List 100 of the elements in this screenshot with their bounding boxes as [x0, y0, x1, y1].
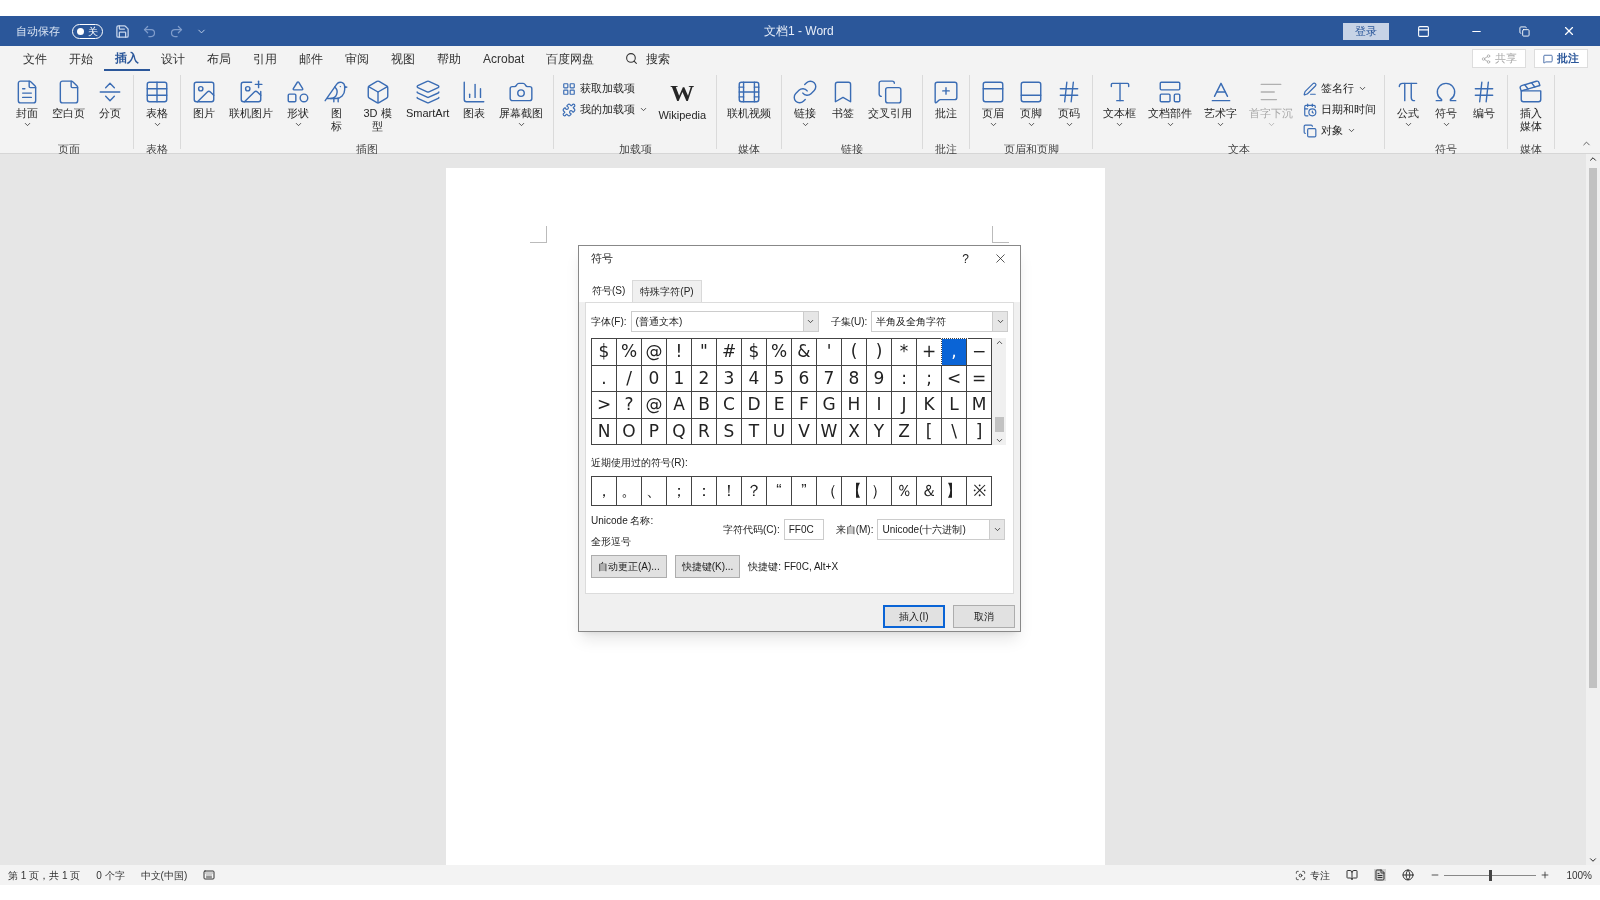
- symbol-cell[interactable]: =: [967, 365, 992, 392]
- symbol-cell[interactable]: 4: [742, 365, 767, 392]
- scroll-down-icon[interactable]: [1588, 855, 1598, 865]
- ribbon-button[interactable]: 获取加载项: [558, 79, 653, 98]
- symbol-cell[interactable]: 3: [717, 365, 742, 392]
- print-layout-icon[interactable]: [1374, 869, 1387, 881]
- symbol-cell[interactable]: ': [817, 339, 842, 366]
- keyboard-icon[interactable]: [203, 869, 216, 881]
- ribbon-button[interactable]: 联机视频: [721, 75, 778, 141]
- ribbon-button[interactable]: 联机图片: [223, 75, 279, 141]
- cancel-button[interactable]: 取消: [953, 605, 1015, 628]
- symbol-cell[interactable]: O: [617, 418, 642, 445]
- close-icon[interactable]: [993, 251, 1008, 266]
- insert-button[interactable]: 插入(I): [883, 605, 945, 628]
- ribbon-button[interactable]: 形状: [279, 75, 317, 141]
- word-count[interactable]: 0 个字: [96, 867, 125, 883]
- symbol-cell[interactable]: #: [717, 339, 742, 366]
- ribbon-button[interactable]: SmartArt: [400, 75, 456, 141]
- ribbon-button[interactable]: 插入媒体: [1512, 75, 1551, 141]
- ribbon-tab[interactable]: 开始: [58, 46, 104, 71]
- ribbon-button[interactable]: 屏幕截图: [493, 75, 550, 141]
- font-select[interactable]: (普通文本): [630, 311, 819, 332]
- symbol-cell[interactable]: X: [842, 418, 867, 445]
- symbol-cell[interactable]: Q: [667, 418, 692, 445]
- symbol-cell[interactable]: A: [667, 392, 692, 419]
- autocorrect-button[interactable]: 自动更正(A)...: [591, 555, 667, 578]
- ribbon-tab[interactable]: 设计: [150, 46, 196, 71]
- symbol-cell[interactable]: E: [767, 392, 792, 419]
- zoom-thumb[interactable]: [1489, 869, 1493, 881]
- symbol-cell[interactable]: R: [692, 418, 717, 445]
- symbol-cell[interactable]: /: [617, 365, 642, 392]
- symbol-cell[interactable]: !: [667, 339, 692, 366]
- undo-icon[interactable]: [142, 23, 157, 39]
- symbol-cell[interactable]: ": [692, 339, 717, 366]
- shortcut-key-button[interactable]: 快捷键(K)...: [674, 555, 741, 578]
- ribbon-button[interactable]: 3D 模型: [355, 75, 400, 141]
- ribbon-tab[interactable]: 百度网盘: [535, 46, 606, 71]
- zoom-in-icon[interactable]: [1540, 870, 1551, 880]
- symbol-cell[interactable]: 5: [767, 365, 792, 392]
- symbol-cell[interactable]: :: [892, 365, 917, 392]
- symbol-cell[interactable]: I: [867, 392, 892, 419]
- ribbon-button[interactable]: 交叉引用: [862, 75, 919, 141]
- ribbon-button[interactable]: 链接: [786, 75, 825, 141]
- language[interactable]: 中文(中国): [140, 867, 188, 883]
- ribbon-button[interactable]: 分页: [91, 75, 129, 141]
- ribbon-button[interactable]: 编号: [1465, 75, 1504, 141]
- symbol-cell[interactable]: @: [642, 339, 667, 366]
- focus-button[interactable]: 专注: [1295, 867, 1331, 883]
- ribbon-button[interactable]: 文本框: [1097, 75, 1143, 141]
- symbol-cell[interactable]: 1: [667, 365, 692, 392]
- symbol-cell[interactable]: 2: [692, 365, 717, 392]
- ribbon-button[interactable]: 我的加载项: [558, 100, 653, 119]
- ribbon-display-icon[interactable]: [1417, 24, 1430, 38]
- zoom-level[interactable]: 100%: [1566, 867, 1592, 883]
- ribbon-button[interactable]: 符号: [1427, 75, 1466, 141]
- ribbon-button[interactable]: 页眉: [974, 75, 1013, 141]
- scroll-down-icon[interactable]: [994, 436, 1004, 445]
- dialog-tab[interactable]: 特殊字符(P): [632, 280, 702, 302]
- symbol-cell[interactable]: <: [942, 365, 967, 392]
- from-select[interactable]: Unicode(十六进制): [877, 519, 1006, 540]
- vertical-scrollbar[interactable]: [1586, 154, 1600, 865]
- ribbon-button[interactable]: 艺术字: [1198, 75, 1244, 141]
- restore-icon[interactable]: [1519, 25, 1530, 37]
- ribbon-button[interactable]: 对象: [1299, 121, 1381, 140]
- ribbon-button[interactable]: 页码: [1050, 75, 1089, 141]
- symbol-cell[interactable]: $: [592, 339, 617, 366]
- ribbon-button[interactable]: 表格: [138, 75, 176, 141]
- symbol-cell[interactable]: Z: [892, 418, 917, 445]
- ribbon-tab[interactable]: 文件: [12, 46, 58, 71]
- ribbon-button[interactable]: 书签: [824, 75, 863, 141]
- read-mode-icon[interactable]: [1346, 869, 1359, 881]
- symbol-cell[interactable]: 0: [642, 365, 667, 392]
- redo-icon[interactable]: [169, 23, 184, 39]
- sign-in-button[interactable]: 登录: [1343, 22, 1389, 40]
- zoom-slider[interactable]: [1444, 869, 1537, 881]
- symbol-cell[interactable]: J: [892, 392, 917, 419]
- symbol-cell[interactable]: B: [692, 392, 717, 419]
- symbol-cell[interactable]: *: [892, 339, 917, 366]
- symbol-cell[interactable]: ): [867, 339, 892, 366]
- symbol-cell[interactable]: H: [842, 392, 867, 419]
- page-count[interactable]: 第 1 页，共 1 页: [8, 867, 81, 883]
- ribbon-tab[interactable]: 帮助: [426, 46, 472, 71]
- symbol-cell[interactable]: K: [917, 392, 942, 419]
- save-icon[interactable]: [115, 23, 130, 39]
- scroll-thumb[interactable]: [994, 417, 1004, 432]
- symbol-cell[interactable]: &: [792, 339, 817, 366]
- ribbon-tab[interactable]: 视图: [380, 46, 426, 71]
- web-layout-icon[interactable]: [1402, 869, 1415, 881]
- ribbon-button[interactable]: 日期和时间: [1299, 100, 1381, 119]
- symbol-cell[interactable]: +: [917, 339, 942, 366]
- symbol-cell[interactable]: ]: [967, 418, 992, 445]
- symbol-cell[interactable]: V: [792, 418, 817, 445]
- symbol-cell[interactable]: 7: [817, 365, 842, 392]
- symbol-cell[interactable]: >: [592, 392, 617, 419]
- ribbon-button[interactable]: 封面: [8, 75, 46, 141]
- ribbon-button[interactable]: 图标: [317, 75, 355, 141]
- grid-scrollbar[interactable]: [992, 338, 1006, 445]
- symbol-cell[interactable]: Y: [867, 418, 892, 445]
- symbol-cell[interactable]: %: [767, 339, 792, 366]
- symbol-cell[interactable]: S: [717, 418, 742, 445]
